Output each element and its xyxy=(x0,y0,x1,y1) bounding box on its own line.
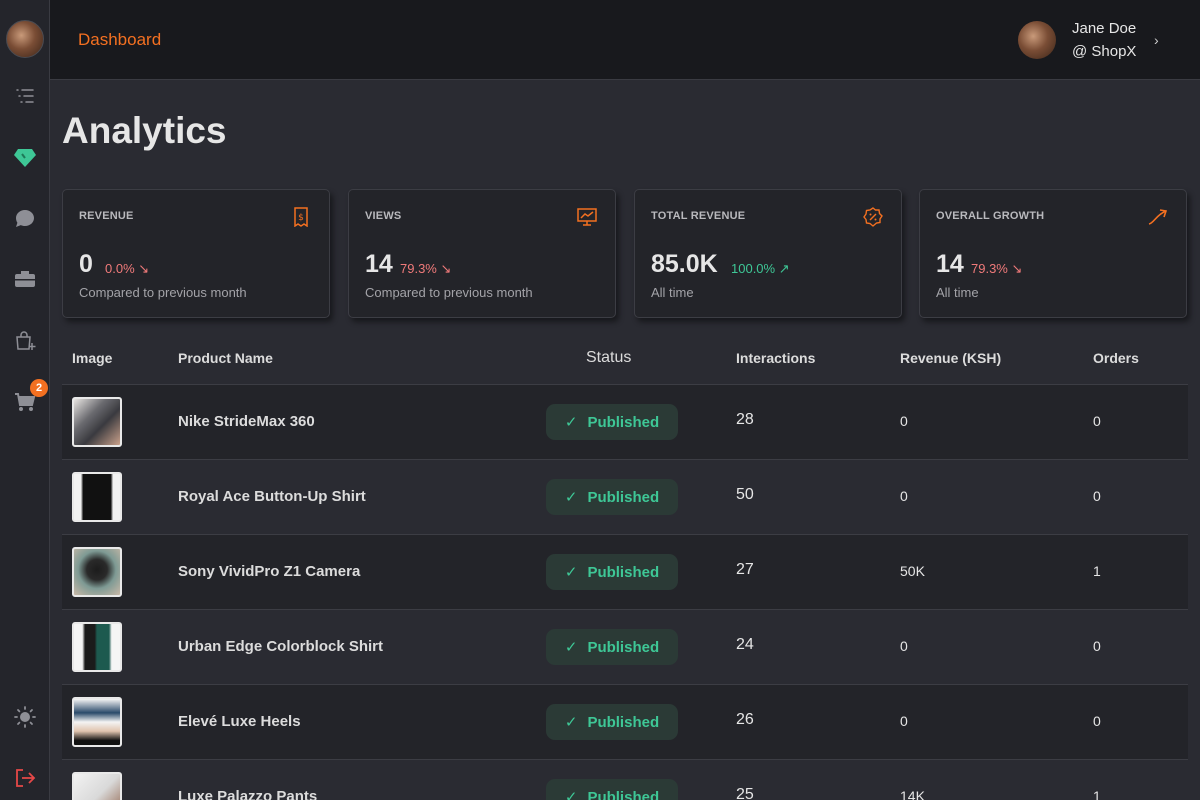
stat-label: VIEWS xyxy=(365,210,402,222)
stat-subtext: All time xyxy=(651,285,694,300)
discount-badge-icon xyxy=(863,207,883,227)
product-thumbnail[interactable] xyxy=(72,622,122,672)
table-row[interactable]: Elevé Luxe Heels ✓ Published 26 0 0 xyxy=(62,684,1188,759)
stat-card-overall-growth: OVERALL GROWTH 14 79.3% ↘ All time xyxy=(919,189,1187,318)
product-thumbnail[interactable] xyxy=(72,397,122,447)
stat-value: 14 xyxy=(365,250,393,278)
stat-value: 0 xyxy=(79,250,93,278)
stat-label: TOTAL REVENUE xyxy=(651,210,746,222)
check-icon: ✓ xyxy=(564,639,578,656)
stat-change: 79.3% ↘ xyxy=(400,261,452,276)
stat-value: 85.0K xyxy=(651,250,718,278)
chat-icon[interactable] xyxy=(12,206,38,232)
briefcase-icon[interactable] xyxy=(12,266,38,292)
product-thumbnail[interactable] xyxy=(72,472,122,522)
status-badge: ✓ Published xyxy=(546,704,678,740)
stat-subtext: Compared to previous month xyxy=(365,285,533,300)
logout-icon[interactable] xyxy=(12,765,38,791)
orders-value: 0 xyxy=(1093,488,1101,504)
cart-icon[interactable]: 2 xyxy=(12,379,48,415)
revenue-value: 50K xyxy=(900,563,925,579)
interactions-value: 26 xyxy=(736,711,754,728)
product-thumbnail[interactable] xyxy=(72,547,122,597)
product-thumbnail[interactable] xyxy=(72,772,122,800)
stat-card-views: VIEWS 14 79.3% ↘ Compared to previous mo… xyxy=(348,189,616,318)
stat-label: REVENUE xyxy=(79,210,134,222)
stat-change: 79.3% ↘ xyxy=(971,261,1023,276)
status-badge: ✓ Published xyxy=(546,404,678,440)
receipt-icon: $ xyxy=(294,207,308,227)
table-row[interactable]: Royal Ace Button-Up Shirt ✓ Published 50 … xyxy=(62,459,1188,534)
user-avatar[interactable] xyxy=(1018,21,1056,59)
interactions-value: 28 xyxy=(736,411,754,428)
column-header-interactions[interactable]: Interactions xyxy=(736,350,815,366)
stat-change: 100.0% ↗ xyxy=(731,261,790,276)
check-icon: ✓ xyxy=(564,789,578,800)
revenue-value: 0 xyxy=(900,413,908,429)
orders-value: 1 xyxy=(1093,788,1101,800)
interactions-value: 24 xyxy=(736,636,754,653)
revenue-value: 0 xyxy=(900,713,908,729)
product-name[interactable]: Luxe Palazzo Pants xyxy=(178,788,317,800)
menu-list-icon[interactable] xyxy=(12,83,38,109)
user-shop: @ ShopX xyxy=(1072,43,1137,60)
orders-value: 0 xyxy=(1093,638,1101,654)
column-header-product-name[interactable]: Product Name xyxy=(178,350,273,366)
revenue-value: 14K xyxy=(900,788,925,800)
table-row[interactable]: Sony VividPro Z1 Camera ✓ Published 27 50… xyxy=(62,534,1188,609)
revenue-value: 0 xyxy=(900,488,908,504)
product-name[interactable]: Sony VividPro Z1 Camera xyxy=(178,563,360,580)
interactions-value: 50 xyxy=(736,486,754,503)
page-title: Analytics xyxy=(62,110,227,151)
sun-icon[interactable] xyxy=(12,704,38,730)
top-header: Dashboard Jane Doe @ ShopX › xyxy=(50,0,1200,80)
sidebar-avatar[interactable] xyxy=(5,20,44,58)
status-badge: ✓ Published xyxy=(546,554,678,590)
monitor-chart-icon xyxy=(577,208,597,226)
stat-card-revenue: REVENUE $ 0 0.0% ↘ Compared to previous … xyxy=(62,189,330,318)
header-title[interactable]: Dashboard xyxy=(78,30,161,50)
status-badge: ✓ Published xyxy=(546,629,678,665)
product-thumbnail[interactable] xyxy=(72,697,122,747)
stat-card-total-revenue: TOTAL REVENUE 85.0K 100.0% ↗ All time xyxy=(634,189,902,318)
diamond-icon[interactable] xyxy=(12,145,38,171)
stat-change: 0.0% ↘ xyxy=(105,261,150,276)
svg-text:$: $ xyxy=(298,213,304,223)
status-badge: ✓ Published xyxy=(546,479,678,515)
column-header-revenue[interactable]: Revenue (KSH) xyxy=(900,350,1001,366)
column-header-image[interactable]: Image xyxy=(72,350,112,366)
shopping-bag-add-icon[interactable] xyxy=(12,328,38,354)
orders-value: 1 xyxy=(1093,563,1101,579)
orders-value: 0 xyxy=(1093,413,1101,429)
chevron-right-icon[interactable]: › xyxy=(1154,32,1159,48)
table-row[interactable]: Luxe Palazzo Pants ✓ Published 25 14K 1 xyxy=(62,759,1188,800)
stat-value: 14 xyxy=(936,250,964,278)
product-name[interactable]: Nike StrideMax 360 xyxy=(178,413,315,430)
user-name: Jane Doe xyxy=(1072,20,1137,37)
column-header-status[interactable]: Status xyxy=(586,349,631,367)
sidebar: 2 xyxy=(0,0,50,800)
check-icon: ✓ xyxy=(564,414,578,431)
interactions-value: 25 xyxy=(736,786,754,800)
interactions-value: 27 xyxy=(736,561,754,578)
product-name[interactable]: Royal Ace Button-Up Shirt xyxy=(178,488,366,505)
product-name[interactable]: Urban Edge Colorblock Shirt xyxy=(178,638,383,655)
stat-label: OVERALL GROWTH xyxy=(936,210,1045,222)
check-icon: ✓ xyxy=(564,564,578,581)
orders-value: 0 xyxy=(1093,713,1101,729)
status-badge: ✓ Published xyxy=(546,779,678,800)
stat-subtext: All time xyxy=(936,285,979,300)
revenue-value: 0 xyxy=(900,638,908,654)
table-row[interactable]: Urban Edge Colorblock Shirt ✓ Published 2… xyxy=(62,609,1188,684)
column-header-orders[interactable]: Orders xyxy=(1093,350,1139,366)
product-name[interactable]: Elevé Luxe Heels xyxy=(178,713,301,730)
cart-count-badge: 2 xyxy=(30,379,48,397)
table-row[interactable]: Nike StrideMax 360 ✓ Published 28 0 0 xyxy=(62,384,1188,459)
stat-subtext: Compared to previous month xyxy=(79,285,247,300)
trend-up-icon xyxy=(1148,209,1168,225)
check-icon: ✓ xyxy=(564,489,578,506)
check-icon: ✓ xyxy=(564,714,578,731)
